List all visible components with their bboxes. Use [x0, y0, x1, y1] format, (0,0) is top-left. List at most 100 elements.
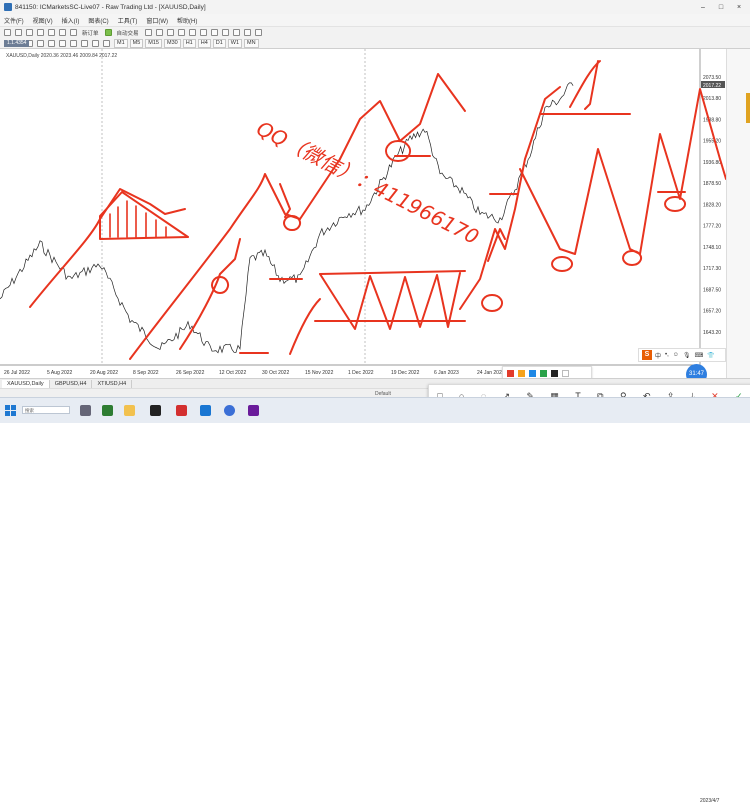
indicators-icon[interactable]: [232, 29, 240, 36]
windows-taskbar: 搜索 2023/4/7: [0, 397, 750, 804]
time-tick-label: 6 Jan 2023: [434, 370, 459, 376]
ime-skin-icon[interactable]: 👕: [707, 352, 714, 359]
timeframe-d1[interactable]: D1: [212, 38, 226, 48]
price-tick-label: 1936.80: [703, 160, 721, 166]
menu-tools[interactable]: 工具(T): [118, 16, 138, 25]
wps-icon[interactable]: [176, 405, 187, 416]
close-icon[interactable]: ×: [730, 0, 748, 14]
app-logo-icon: [4, 3, 12, 11]
color-swatch-green[interactable]: [540, 369, 547, 377]
time-tick-label: 8 Sep 2022: [133, 370, 159, 376]
timeframe-m30[interactable]: M30: [163, 38, 181, 48]
bar-chart-icon[interactable]: [144, 29, 152, 36]
ime-mic-icon[interactable]: 🎙: [683, 352, 691, 359]
minimize-icon[interactable]: –: [694, 0, 712, 14]
horizontal-line-icon[interactable]: [37, 39, 44, 47]
timeframe-w1[interactable]: W1: [227, 38, 243, 48]
ime-language[interactable]: 中: [655, 351, 661, 360]
timeframe-h4[interactable]: H4: [197, 38, 211, 48]
zoom-out-icon[interactable]: [188, 29, 196, 36]
time-tick-label: 5 Aug 2022: [47, 370, 73, 376]
color-swatch-orange[interactable]: [518, 369, 525, 377]
arrows-icon[interactable]: [103, 39, 110, 47]
autotrade-icon[interactable]: [104, 29, 112, 36]
mt4-app-icon[interactable]: [102, 405, 113, 416]
timeframe-m15[interactable]: M15: [145, 38, 162, 48]
menu-charts[interactable]: 图表(C): [88, 16, 108, 25]
templates-icon[interactable]: [254, 29, 262, 36]
line-chart-icon[interactable]: [166, 29, 174, 36]
tile-windows-icon[interactable]: [199, 29, 207, 36]
window-titlebar: 841150: ICMarketsSC-Live07 - Raw Trading…: [0, 0, 750, 15]
timeframe-mn[interactable]: MN: [244, 38, 259, 48]
terminal-icon[interactable]: [59, 29, 66, 36]
timeframe-h1[interactable]: H1: [182, 38, 196, 48]
time-tick-label: 20 Aug 2022: [90, 370, 118, 376]
wechat-work-icon[interactable]: [200, 405, 211, 416]
menu-file[interactable]: 文件(F): [4, 16, 24, 25]
timeframe-m1[interactable]: M1: [114, 38, 128, 48]
ime-emoji-icon[interactable]: ☺: [673, 352, 679, 358]
sogou-ime-icon[interactable]: S: [642, 350, 652, 360]
menu-help[interactable]: 帮助(H): [177, 16, 197, 25]
data-window-icon[interactable]: [37, 29, 44, 36]
color-swatch-white[interactable]: [562, 369, 569, 377]
taskbar-search-input[interactable]: 搜索: [22, 406, 70, 414]
time-tick-label: 19 Dec 2022: [391, 370, 420, 376]
price-tick-label: 1643.20: [703, 330, 721, 336]
time-tick-label: 15 Nov 2022: [305, 370, 334, 376]
candlestick-icon[interactable]: [155, 29, 163, 36]
autoscroll-icon[interactable]: [221, 29, 229, 36]
terminal-app-icon[interactable]: [150, 405, 161, 416]
browser-icon[interactable]: [224, 405, 235, 416]
menu-bar: 文件(F) 视图(V) 插入(I) 图表(C) 工具(T) 窗口(W) 帮助(H…: [0, 14, 750, 26]
maximize-icon[interactable]: □: [712, 0, 730, 14]
ime-keyboard-icon[interactable]: ⌨: [695, 352, 704, 359]
tab-xtiusd[interactable]: XTIUSD,H4: [92, 379, 133, 388]
tab-gbpusd[interactable]: GBPUSD,H4: [50, 379, 93, 388]
sidebar-toggle[interactable]: [746, 93, 750, 123]
price-tick-label: 2013.80: [703, 96, 721, 102]
menu-insert[interactable]: 插入(I): [62, 16, 80, 25]
timeframe-m5[interactable]: M5: [129, 38, 144, 48]
windows-start-icon[interactable]: [5, 405, 16, 416]
new-chart-icon[interactable]: [4, 29, 11, 36]
text-tool-icon[interactable]: [81, 39, 88, 47]
price-tick-label: 1828.20: [703, 202, 721, 208]
fibonacci-icon[interactable]: [70, 39, 77, 47]
menu-window[interactable]: 窗口(W): [146, 16, 168, 25]
periods-icon[interactable]: [243, 29, 251, 36]
new-order-button[interactable]: 新订单: [82, 29, 99, 37]
market-watch-icon[interactable]: [26, 29, 33, 36]
chart-window[interactable]: 2073.50 2013.80 1988.80 1955.20 1936.80 1878.…: [0, 40, 726, 378]
chart-background: [0, 49, 726, 378]
status-profile: Default: [375, 390, 391, 397]
window-title: 841150: ICMarketsSC-Live07 - Raw Trading…: [15, 3, 206, 11]
trendline-icon[interactable]: [48, 39, 55, 47]
color-swatch-blue[interactable]: [529, 369, 536, 377]
price-chart[interactable]: 2073.50 2013.80 1988.80 1955.20 1936.80 1878.…: [0, 49, 726, 378]
menu-view[interactable]: 视图(V): [33, 16, 53, 25]
system-date: 2023/4/7: [700, 798, 720, 804]
taskview-icon[interactable]: [80, 405, 91, 416]
tab-xauusd[interactable]: XAUUSD,Daily: [2, 379, 50, 388]
navigator-icon[interactable]: [48, 29, 55, 36]
right-sidebar: [726, 49, 750, 378]
label-tool-icon[interactable]: [92, 39, 99, 47]
timeframe-toolbar: M1 M5 M15 M30 H1 H4 D1 W1 MN: [0, 38, 750, 49]
color-swatch-black[interactable]: [551, 369, 558, 377]
time-tick-label: 30 Oct 2022: [262, 370, 289, 376]
app-icon-8[interactable]: [248, 405, 259, 416]
profiles-icon[interactable]: [15, 29, 22, 36]
tester-icon[interactable]: [70, 29, 77, 36]
chart-shift-icon[interactable]: [210, 29, 218, 36]
autotrade-button[interactable]: 自动交易: [117, 29, 139, 37]
explorer-icon[interactable]: [124, 405, 135, 416]
zoom-in-icon[interactable]: [177, 29, 185, 36]
color-swatch-red[interactable]: [507, 369, 514, 377]
price-tick-label: 1717.30: [703, 266, 721, 272]
channel-icon[interactable]: [59, 39, 66, 47]
ime-punctuation[interactable]: •,: [665, 352, 669, 358]
window-controls: – □ ×: [694, 0, 748, 14]
time-tick-label: 24 Jan 2023: [477, 370, 505, 376]
